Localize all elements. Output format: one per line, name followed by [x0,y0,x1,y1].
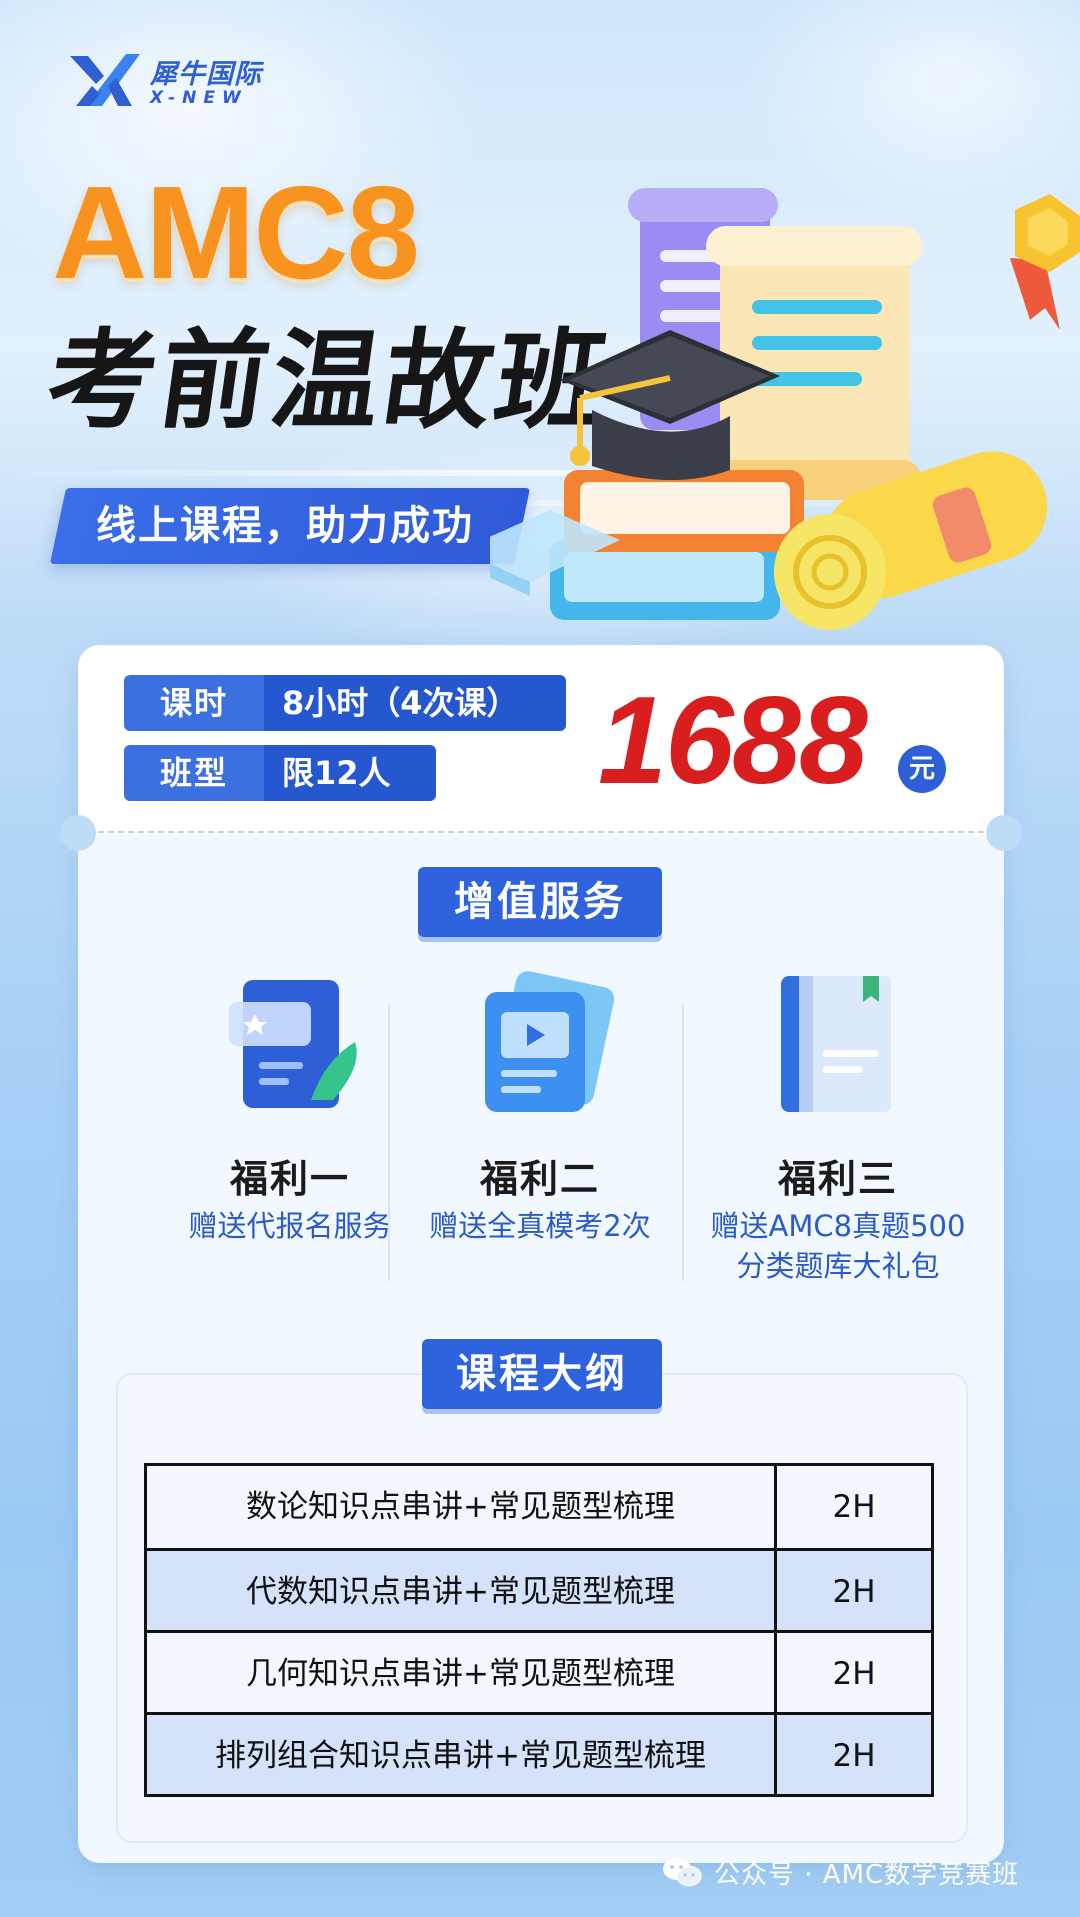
table-cell-topic: 代数知识点串讲+常见题型梳理 [147,1551,777,1630]
price-value: 1688 [598,672,868,810]
benefit-desc-line: 赠送AMC8真题500 [710,1209,966,1243]
hero-title-en: AMC8 [52,159,420,306]
table-cell-hours: 2H [832,1489,876,1525]
table-cell-topic: 数论知识点串讲+常见题型梳理 [147,1466,777,1548]
table-cell-hours: 2H [832,1656,876,1692]
benefit-title: 福利三 [777,1157,898,1201]
book-icon [781,976,891,1112]
course-card: 课时 8小时（4次课） 班型 限12人 1688 元 增值服务 福利一 赠送代报… [60,645,1022,1863]
benefit-desc: 赠送AMC8真题500 分类题库大礼包 [693,1206,983,1286]
brand-logo: 犀牛国际 X-NEW [66,48,266,114]
footer-text: 公众号 · AMC数学竞赛班 [714,1859,1020,1890]
wechat-icon [663,1858,702,1887]
benefit-item-3: 福利三 赠送AMC8真题500 分类题库大礼包 [693,970,983,1290]
benefit-divider [388,1005,390,1281]
document-pen-icon [229,980,357,1108]
table-cell-topic: 几何知识点串讲+常见题型梳理 [147,1633,777,1712]
brand-name-cn: 犀牛国际 [150,59,262,90]
benefit-desc: 赠送全真模考2次 [429,1209,651,1243]
services-section-title: 增值服务 [418,867,662,937]
table-cell-hours: 2H [832,1738,876,1774]
info-value: 8小时（4次课） [264,675,566,731]
table-cell-hours: 2H [832,1574,876,1610]
ticket-notch-left [60,815,96,851]
benefit-divider [682,1005,684,1281]
table-row: 几何知识点串讲+常见题型梳理 2H [147,1630,931,1712]
video-card-icon [485,971,615,1112]
medal-icon [1010,194,1080,330]
info-row-duration: 课时 8小时（4次课） [124,675,566,731]
benefit-title: 福利一 [229,1157,350,1201]
hero-slogan-text: 线上课程，助力成功 [96,503,474,549]
table-cell-topic: 排列组合知识点串讲+常见题型梳理 [147,1715,777,1794]
education-illustration-icon [490,188,1080,630]
footer-watermark: 公众号 · AMC数学竞赛班 [662,1852,1019,1892]
hero-slogan: 线上课程，助力成功 [49,488,531,564]
table-row: 数论知识点串讲+常见题型梳理 2H [147,1466,931,1548]
benefit-title: 福利二 [479,1157,600,1201]
ticket-notch-right [986,815,1022,851]
info-key: 班型 [124,745,264,801]
x-new-logo-icon [70,54,140,106]
table-row: 代数知识点串讲+常见题型梳理 2H [147,1548,931,1630]
price-unit-badge: 元 [898,745,946,793]
info-value: 限12人 [264,745,436,801]
dashed-divider [88,831,994,833]
outline-table: 数论知识点串讲+常见题型梳理 2H 代数知识点串讲+常见题型梳理 2H 几何知识… [144,1463,934,1797]
outline-section-title: 课程大纲 [422,1339,662,1409]
benefit-desc: 赠送代报名服务 [188,1209,392,1243]
info-key: 课时 [124,675,264,731]
brand-name-en: X-NEW [150,88,248,108]
info-row-class-size: 班型 限12人 [124,745,436,801]
benefit-item-1: 福利一 赠送代报名服务 [145,970,435,1290]
table-row: 排列组合知识点串讲+常见题型梳理 2H [147,1712,931,1794]
benefit-desc-line: 分类题库大礼包 [736,1249,940,1283]
benefit-item-2: 福利二 赠送全真模考2次 [395,970,685,1290]
